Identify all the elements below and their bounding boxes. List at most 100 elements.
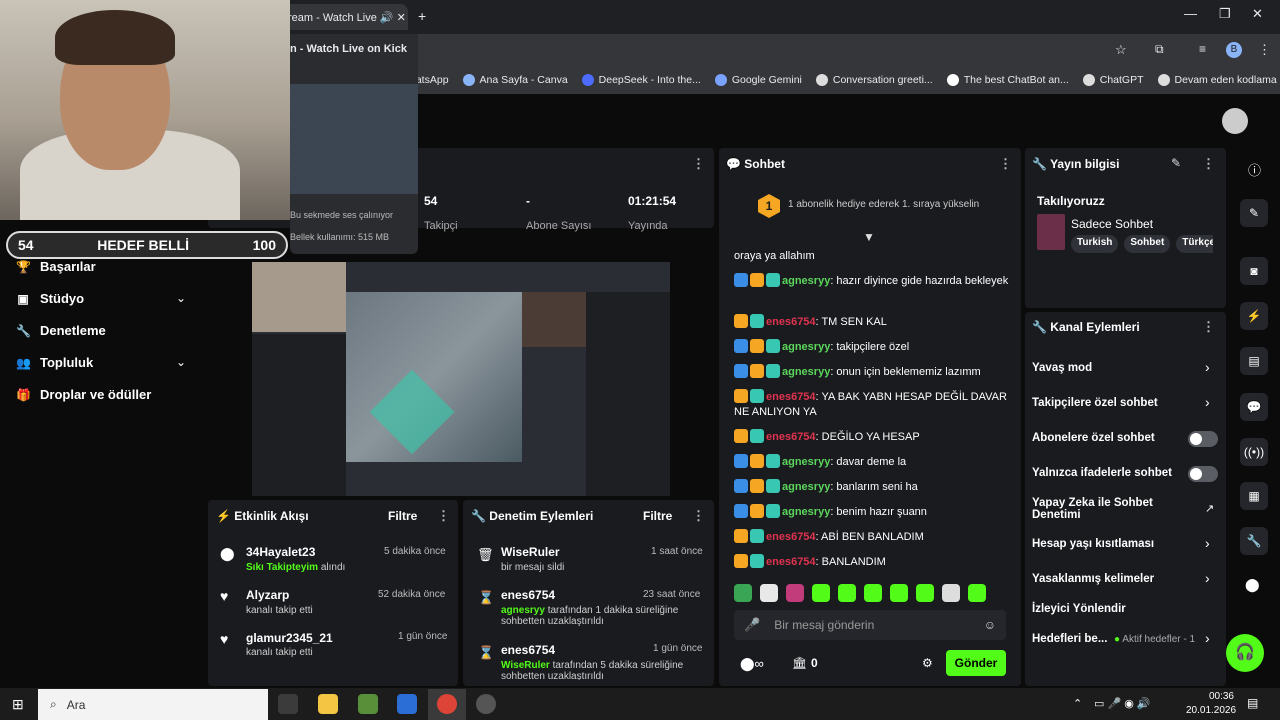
support-headset-icon[interactable]: 🎧 — [1226, 634, 1264, 672]
settings-icon[interactable]: ⚙ — [922, 656, 933, 670]
chevron-down-icon[interactable]: ⌄ — [176, 355, 186, 369]
action-goals[interactable]: Hedefleri be... — [1032, 633, 1117, 645]
pinned-collapse-icon[interactable]: ▼ — [863, 230, 875, 244]
emote-icon[interactable] — [838, 584, 856, 602]
chevron-right-icon[interactable]: › — [1205, 630, 1210, 646]
action-account-age[interactable]: Hesap yaşı kısıtlaması — [1032, 538, 1217, 550]
more-icon[interactable]: ⋮ — [1202, 156, 1215, 172]
more-icon[interactable]: ⋮ — [437, 508, 450, 524]
emote-icon[interactable] — [890, 584, 908, 602]
bookmark-item[interactable]: Ana Sayfa - Canva — [462, 74, 568, 86]
task-view-icon[interactable] — [278, 694, 298, 714]
tag[interactable]: Türkçe — [1176, 235, 1213, 253]
nav-item-studio[interactable]: ▣ Stüdyo — [16, 291, 84, 306]
layout-icon[interactable]: ▦ — [1240, 482, 1268, 510]
category-name[interactable]: Sadece Sohbet — [1071, 217, 1153, 231]
mod-name[interactable]: WiseRuler — [501, 545, 560, 559]
notes-icon[interactable]: ▤ — [1240, 347, 1268, 375]
new-tab-icon[interactable]: + — [418, 8, 426, 24]
mod-name[interactable]: enes6754 — [501, 588, 555, 602]
emote-icon[interactable] — [786, 584, 804, 602]
close-tab-icon[interactable]: ✕ — [397, 12, 406, 24]
tray-chevron-icon[interactable]: ⌃ — [1073, 697, 1082, 710]
activity-filter[interactable]: Filtre — [388, 509, 417, 523]
external-link-icon[interactable]: ↗ — [1205, 502, 1214, 515]
chat-icon[interactable]: 💬 — [1240, 393, 1268, 421]
flash-icon[interactable]: ⚡ — [1240, 302, 1268, 330]
user-avatar[interactable] — [1222, 108, 1248, 134]
tag[interactable]: Sohbet — [1124, 235, 1171, 253]
info-icon[interactable]: ⓘ — [1248, 160, 1261, 179]
nav-item-achievements[interactable]: 🏆 Başarılar — [16, 259, 96, 274]
taskbar-search[interactable]: ⌕ Ara — [38, 689, 268, 720]
bookmark-item[interactable]: Conversation greeti... — [815, 74, 933, 86]
chrome-icon[interactable] — [437, 694, 457, 714]
minimize-icon[interactable]: — — [1184, 6, 1197, 21]
action-followers-only[interactable]: Takipçilere özel sohbet — [1032, 397, 1217, 409]
chevron-right-icon[interactable]: › — [1205, 570, 1210, 586]
emotes-only-toggle[interactable] — [1188, 466, 1218, 482]
nav-item-drops[interactable]: 🎁 Droplar ve ödüller — [16, 387, 151, 402]
chevron-right-icon[interactable]: › — [1205, 535, 1210, 551]
emoji-icon[interactable]: ☺ — [984, 618, 996, 632]
subscribers-only-toggle[interactable] — [1188, 431, 1218, 447]
mic-icon[interactable]: 🎤 — [744, 617, 760, 633]
chevron-down-icon[interactable]: ⌄ — [176, 291, 186, 305]
emote-icon[interactable] — [942, 584, 960, 602]
bookmark-item[interactable]: Google Gemini — [714, 74, 802, 86]
file-explorer-icon[interactable] — [318, 694, 338, 714]
action-raid[interactable]: İzleyici Yönlendir — [1032, 603, 1217, 615]
event-name[interactable]: 34Hayalet23 — [246, 545, 315, 559]
emote-icon[interactable] — [916, 584, 934, 602]
star-icon[interactable]: ☆ — [1115, 42, 1127, 58]
action-ai-moderation[interactable]: Yapay Zeka ile Sohbet Denetimi — [1032, 497, 1182, 521]
category-thumbnail[interactable] — [1037, 214, 1065, 250]
chat-input[interactable]: 🎤 Bir mesaj gönderin ☺ — [734, 610, 1006, 640]
close-window-icon[interactable]: ✕ — [1252, 6, 1263, 22]
broadcast-icon[interactable]: ((•)) — [1240, 438, 1268, 466]
more-icon[interactable]: ⋮ — [1202, 319, 1215, 335]
bookmark-item[interactable]: DeepSeek - Into the... — [581, 74, 701, 86]
channel-points-icon[interactable]: ⬤∞ — [740, 656, 764, 672]
emote-icon[interactable] — [864, 584, 882, 602]
chevron-right-icon[interactable]: › — [1205, 394, 1210, 410]
mod-name[interactable]: enes6754 — [501, 643, 555, 657]
menu-icon[interactable]: ⋮ — [1258, 42, 1271, 58]
more-icon[interactable]: ⋮ — [692, 508, 705, 524]
emote-icon[interactable] — [760, 584, 778, 602]
event-name[interactable]: Alyzarp — [246, 588, 289, 602]
store-icon[interactable] — [397, 694, 417, 714]
wrench-icon[interactable]: 🔧 — [1240, 527, 1268, 555]
bookmark-item[interactable]: ChatGPT — [1082, 74, 1144, 86]
notification-icon[interactable]: ▤ — [1247, 696, 1258, 710]
edit-icon[interactable]: ✎ — [1171, 156, 1181, 170]
action-slow-mode[interactable]: Yavaş mod — [1032, 362, 1217, 374]
emote-icon[interactable] — [968, 584, 986, 602]
windows-start-icon[interactable]: ⊞ — [12, 696, 24, 713]
bits-icon[interactable]: ⬤ — [1245, 577, 1260, 593]
obs-icon[interactable] — [476, 694, 496, 714]
media-icon[interactable]: ≡ — [1199, 42, 1206, 56]
more-icon[interactable]: ⋮ — [692, 156, 705, 172]
moderation-filter[interactable]: Filtre — [643, 509, 672, 523]
stream-preview[interactable] — [252, 262, 670, 496]
camera-icon[interactable]: ◙ — [1240, 257, 1268, 285]
emote-icon[interactable] — [734, 584, 752, 602]
extensions-icon[interactable]: ⧉ — [1155, 42, 1164, 57]
edit-stream-icon[interactable]: ✎ — [1240, 199, 1268, 227]
profile-avatar[interactable]: B — [1226, 42, 1242, 58]
action-banned-words[interactable]: Yasaklanmış kelimeler — [1032, 573, 1217, 585]
chevron-right-icon[interactable]: › — [1205, 359, 1210, 375]
nav-item-community[interactable]: 👥 Topluluk — [16, 355, 93, 370]
tray-icons[interactable]: ▭ 🎤 ◉ 🔊 — [1094, 697, 1151, 710]
more-icon[interactable]: ⋮ — [999, 156, 1012, 172]
send-button[interactable]: Gönder — [946, 650, 1006, 676]
nav-item-moderation[interactable]: 🔧 Denetleme — [16, 323, 106, 338]
event-name[interactable]: glamur2345_21 — [246, 631, 333, 645]
bookmark-item[interactable]: Devam eden kodlama — [1157, 74, 1277, 86]
bookmark-item[interactable]: The best ChatBot an... — [946, 74, 1069, 86]
tag[interactable]: Turkish — [1071, 235, 1119, 253]
maximize-icon[interactable]: ❐ — [1219, 6, 1231, 22]
minecraft-icon[interactable] — [358, 694, 378, 714]
browser-tab[interactable]: ream - Watch Live 🔊 ✕ — [280, 4, 408, 30]
